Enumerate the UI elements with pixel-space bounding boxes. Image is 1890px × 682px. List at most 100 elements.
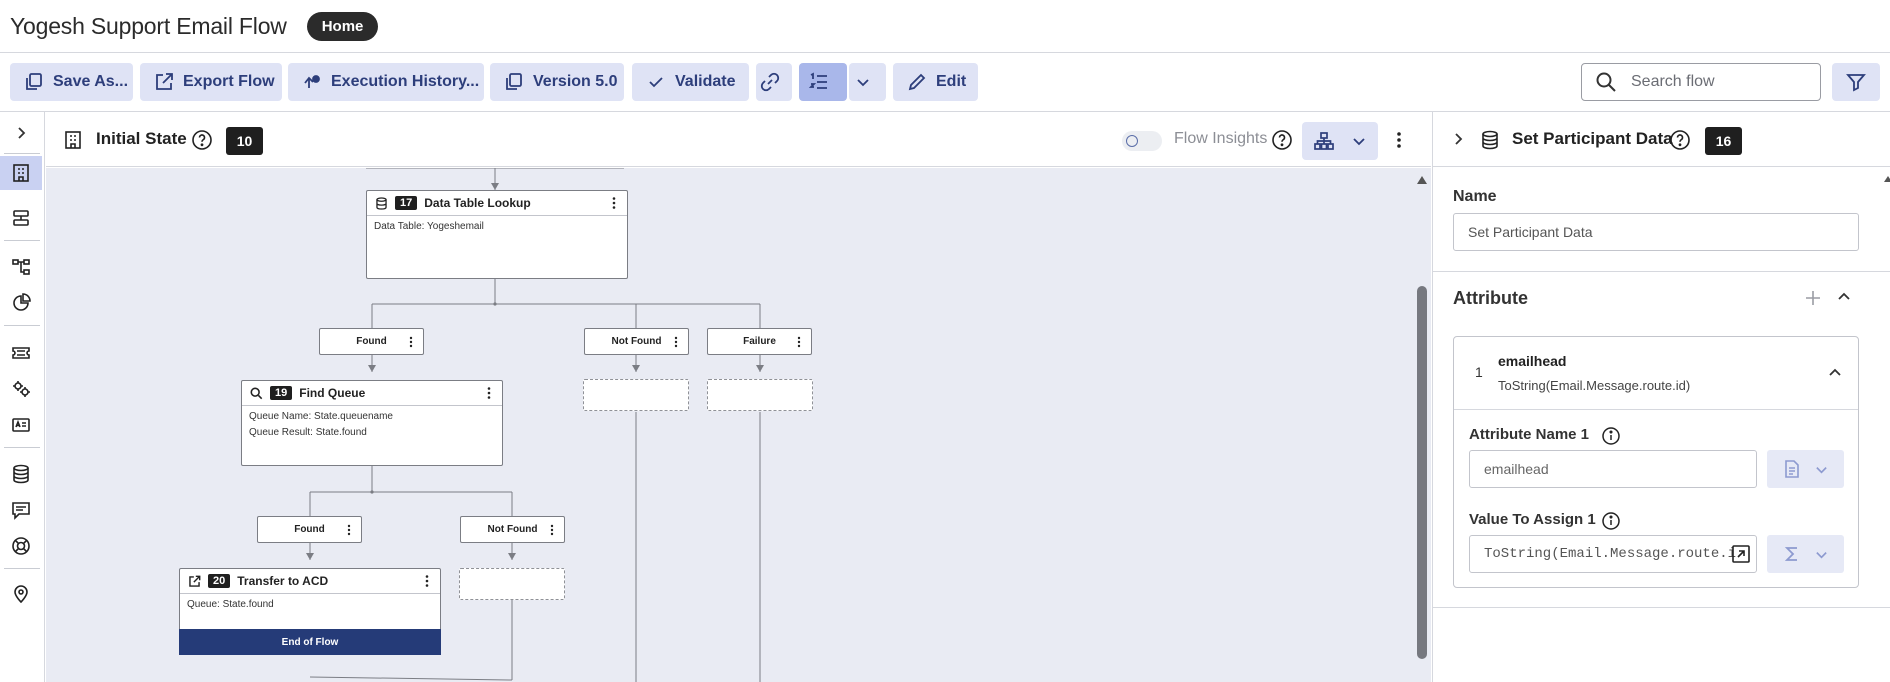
rail-ticket[interactable] (0, 336, 42, 370)
help-icon[interactable] (1669, 129, 1691, 151)
lifebuoy-icon (12, 537, 30, 555)
add-icon[interactable] (1805, 290, 1821, 306)
outcome-not-found[interactable]: Not Found (460, 516, 565, 543)
more-vertical-icon[interactable] (794, 336, 804, 348)
attribute-section-title: Attribute (1453, 288, 1528, 308)
validate-button[interactable]: Validate (632, 63, 749, 101)
info-icon[interactable] (1601, 426, 1621, 446)
link-button[interactable] (756, 63, 792, 101)
help-icon[interactable] (191, 129, 213, 151)
outcome-label: Found (294, 524, 325, 535)
state-count-badge: 10 (226, 127, 263, 155)
chevron-up-icon[interactable] (1828, 366, 1842, 380)
rail-messages[interactable] (0, 493, 42, 527)
ticket-icon (12, 347, 30, 359)
data-table-lookup-node[interactable]: 17 Data Table Lookup Data Table: Yogeshe… (366, 190, 628, 279)
outcome-found[interactable]: Found (257, 516, 362, 543)
toolbar: Save As... Export Flow Execution History… (0, 53, 1890, 112)
execution-history-button[interactable]: Execution History... (288, 63, 484, 101)
split-icon (13, 210, 29, 226)
rail-analytics[interactable] (0, 286, 42, 320)
execution-history-label: Execution History... (331, 73, 480, 90)
export-flow-label: Export Flow (183, 73, 275, 90)
scroll-up-icon[interactable] (1417, 176, 1427, 184)
outcome-label: Not Found (611, 336, 662, 347)
outcome-found[interactable]: Found (319, 328, 424, 355)
more-vertical-icon[interactable] (422, 574, 432, 588)
flow-insights-toggle[interactable] (1122, 131, 1162, 151)
rail-contact-card[interactable] (0, 408, 42, 442)
edit-button[interactable]: Edit (893, 63, 978, 101)
rail-flow-map[interactable] (0, 250, 42, 284)
attribute-name-field[interactable]: emailhead (1469, 450, 1757, 488)
search-input[interactable] (1631, 73, 1801, 91)
list-view-button[interactable] (799, 63, 847, 101)
version-label: Version 5.0 (533, 73, 618, 90)
chevron-up-icon[interactable] (1837, 290, 1851, 304)
chevron-down-icon (1816, 551, 1827, 558)
help-icon[interactable] (1271, 129, 1293, 151)
rail-location[interactable] (0, 577, 42, 611)
more-vertical-icon[interactable] (609, 196, 619, 210)
canvas-scrollbar[interactable] (1413, 168, 1431, 682)
panel-scroll-up-icon[interactable] (1884, 176, 1890, 182)
search-box[interactable] (1581, 63, 1821, 101)
flow-canvas[interactable]: 17 Data Table Lookup Data Table: Yogeshe… (46, 168, 1431, 682)
pencil-icon (908, 73, 926, 91)
transfer-to-acd-node[interactable]: 20 Transfer to ACD Queue: State.found En… (179, 568, 441, 655)
outcome-failure[interactable]: Failure (707, 328, 812, 355)
rail-states[interactable] (0, 156, 42, 190)
more-vertical-icon[interactable] (344, 524, 354, 536)
expand-rail-button[interactable] (0, 116, 42, 150)
value-type-button[interactable] (1767, 535, 1844, 573)
versions-icon (506, 73, 522, 90)
building-icon (65, 131, 81, 149)
rail-data[interactable] (0, 457, 42, 491)
more-vertical-icon[interactable] (547, 524, 557, 536)
find-queue-node[interactable]: 19 Find Queue Queue Name: State.queuenam… (241, 380, 503, 466)
empty-drop-slot[interactable] (707, 379, 813, 411)
attribute-section-header: Attribute (1433, 271, 1890, 321)
home-badge[interactable]: Home (306, 11, 379, 41)
state-title: Initial State (96, 129, 187, 148)
canvas-header: Initial State 10 Flow Insights (46, 112, 1431, 167)
attribute-card: 1 emailhead ToString(Email.Message.route… (1453, 336, 1859, 588)
outcome-label: Failure (743, 336, 776, 347)
node-detail: Data Table: Yogeshemail (374, 221, 484, 232)
empty-drop-slot[interactable] (583, 379, 689, 411)
empty-drop-slot[interactable] (459, 568, 565, 600)
more-vertical-icon[interactable] (671, 336, 681, 348)
expand-editor-icon[interactable] (1731, 544, 1751, 564)
edit-label: Edit (936, 73, 967, 90)
list-view-dropdown[interactable] (849, 63, 886, 101)
attribute-name-type-button[interactable] (1767, 450, 1844, 488)
chevron-right-icon[interactable] (1451, 132, 1465, 146)
more-vertical-icon[interactable] (406, 336, 416, 348)
value-to-assign-field[interactable]: ToString(Email.Message.route.i (1469, 535, 1757, 573)
rail-tasks[interactable] (0, 201, 42, 235)
rail-settings[interactable] (0, 372, 42, 406)
rail-help[interactable] (0, 529, 42, 563)
info-icon[interactable] (1601, 511, 1621, 531)
more-vertical-icon[interactable] (484, 386, 494, 400)
more-vertical-icon[interactable] (1391, 130, 1407, 150)
attribute-expression: ToString(Email.Message.route.id) (1498, 378, 1691, 393)
layout-button[interactable] (1302, 122, 1378, 160)
node-detail: Queue Result: State.found (249, 427, 367, 438)
name-field-label: Name (1453, 188, 1497, 205)
filter-button[interactable] (1832, 63, 1880, 101)
panel-divider (1433, 607, 1890, 608)
left-rail (0, 112, 45, 682)
node-header: 20 Transfer to ACD (180, 569, 440, 594)
attribute-card-header[interactable]: 1 emailhead ToString(Email.Message.route… (1454, 337, 1858, 410)
version-button[interactable]: Version 5.0 (490, 63, 624, 101)
gears-icon (13, 381, 30, 397)
scrollbar-thumb[interactable] (1417, 286, 1427, 659)
save-as-button[interactable]: Save As... (10, 63, 133, 101)
copy-icon (26, 73, 42, 90)
export-flow-button[interactable]: Export Flow (140, 63, 282, 101)
outcome-not-found[interactable]: Not Found (584, 328, 689, 355)
value-to-assign-label: Value To Assign 1 (1469, 511, 1596, 528)
name-field[interactable]: Set Participant Data (1453, 213, 1859, 251)
value-to-assign-text: ToString(Email.Message.route.i (1484, 546, 1737, 562)
